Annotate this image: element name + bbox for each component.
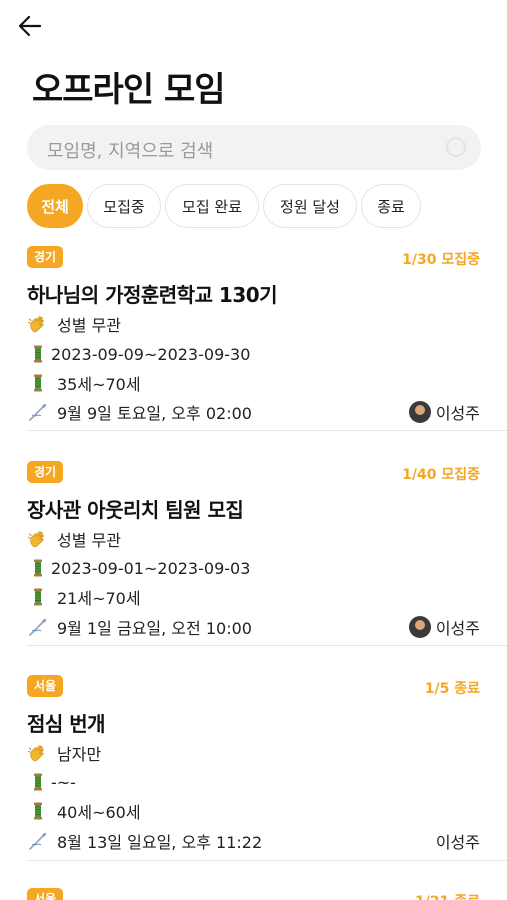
- search-placeholder: 모임명, 지역으로 검색: [47, 141, 214, 162]
- thread-spool-icon: [27, 771, 49, 793]
- host-name: 이성주: [435, 619, 480, 638]
- gender-row: 남자만: [27, 741, 101, 765]
- gender-row: 성별 무관: [27, 527, 121, 551]
- gender-row: 성별 무관: [27, 312, 121, 336]
- host: 이성주: [436, 829, 480, 853]
- datetime-row: 9월 9일 토요일, 오후 02:00: [27, 400, 252, 424]
- filter-ended[interactable]: 종료: [361, 184, 421, 228]
- period-row: 2023-09-09~2023-09-30: [27, 342, 250, 366]
- period-text: 2023-09-01~2023-09-03: [51, 558, 251, 578]
- age-row: 21세~70세: [27, 585, 141, 609]
- recruit-status: 1/5 종료: [424, 681, 480, 697]
- thread-spool-icon: [27, 586, 49, 608]
- region-badge: 서울: [27, 888, 64, 900]
- meetup-title: 점심 번개: [27, 712, 106, 736]
- region-badge: 서울: [27, 675, 64, 697]
- divider: [27, 860, 507, 861]
- gender-text: 남자만: [57, 745, 102, 764]
- age-row: 35세~70세: [27, 371, 141, 395]
- thread-spool-icon: [27, 343, 49, 365]
- thread-spool-icon: [27, 557, 49, 579]
- region-badge: 경기: [27, 246, 64, 268]
- period-text: -~-: [51, 772, 76, 792]
- search-input[interactable]: 모임명, 지역으로 검색: [27, 125, 481, 170]
- age-row: 40세~60세: [27, 799, 141, 823]
- back-arrow-icon[interactable]: [16, 12, 44, 40]
- host-name: 이성주: [435, 833, 480, 852]
- age-text: 35세~70세: [57, 375, 141, 394]
- waving-hand-icon: [27, 528, 49, 550]
- recruit-status: 1/30 모집중: [402, 252, 480, 268]
- divider: [27, 430, 507, 431]
- filter-capacity-reached[interactable]: 정원 달성: [263, 184, 357, 228]
- datetime-text: 9월 9일 토요일, 오후 02:00: [57, 404, 252, 423]
- meetup-title: 하나님의 가정훈련학교 130기: [27, 283, 278, 307]
- filter-recruiting[interactable]: 모집중: [87, 184, 161, 228]
- avatar: [408, 401, 431, 423]
- page-title: 오프라인 모임: [32, 70, 226, 110]
- needle-icon: [27, 616, 49, 638]
- filter-all[interactable]: 전체: [27, 184, 83, 228]
- period-row: -~-: [27, 770, 76, 794]
- waving-hand-icon: [27, 742, 49, 764]
- period-row: 2023-09-01~2023-09-03: [27, 556, 250, 580]
- thread-spool-icon: [27, 800, 49, 822]
- recruit-status: 1/40 모집중: [402, 467, 480, 483]
- gender-text: 성별 무관: [57, 316, 121, 335]
- needle-icon: [27, 401, 49, 423]
- divider: [27, 645, 507, 646]
- period-text: 2023-09-09~2023-09-30: [51, 344, 251, 364]
- meetup-title: 장사관 아웃리치 팀원 모집: [27, 498, 244, 522]
- waving-hand-icon: [27, 313, 49, 335]
- filter-tabs: 전체 모집중 모집 완료 정원 달성 종료: [27, 184, 421, 228]
- region-badge: 경기: [27, 461, 64, 483]
- host: 이성주: [408, 615, 480, 639]
- avatar: [408, 616, 431, 638]
- filter-recruit-complete[interactable]: 모집 완료: [165, 184, 259, 228]
- host-name: 이성주: [435, 404, 480, 423]
- datetime-text: 8월 13일 일요일, 오후 11:22: [57, 833, 263, 852]
- age-text: 21세~70세: [57, 589, 141, 608]
- datetime-row: 9월 1일 금요일, 오전 10:00: [27, 615, 252, 639]
- datetime-text: 9월 1일 금요일, 오전 10:00: [57, 619, 252, 638]
- needle-icon: [27, 830, 49, 852]
- datetime-row: 8월 13일 일요일, 오후 11:22: [27, 829, 262, 853]
- age-text: 40세~60세: [57, 803, 141, 822]
- thread-spool-icon: [27, 372, 49, 394]
- host: 이성주: [408, 400, 480, 424]
- gender-text: 성별 무관: [57, 531, 121, 550]
- recruit-status: 1/21 종료: [415, 891, 480, 900]
- search-icon[interactable]: [445, 136, 467, 158]
